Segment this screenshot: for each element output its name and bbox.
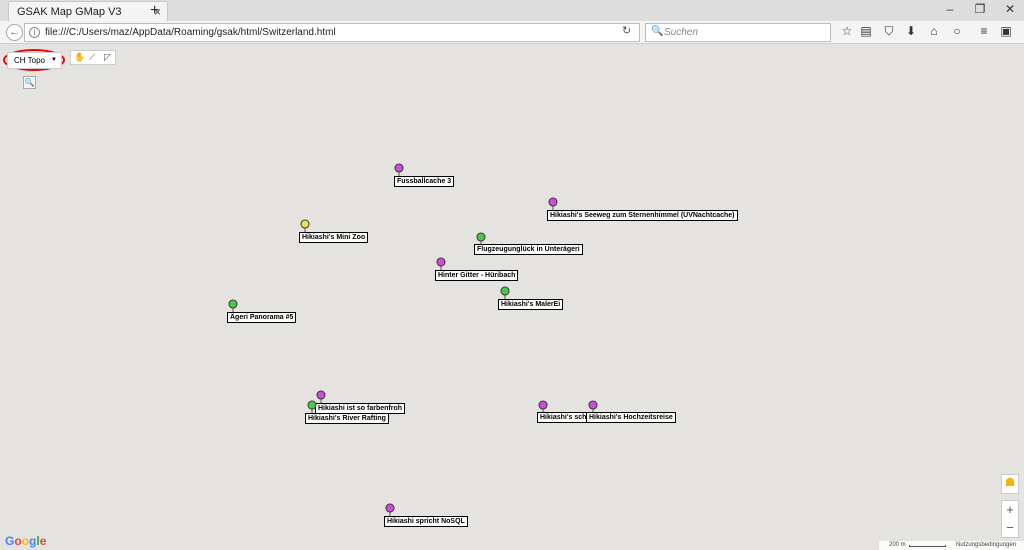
- search-placeholder: Suchen: [664, 27, 698, 38]
- marker-label[interactable]: Hikiashi's River Rafting: [305, 413, 389, 424]
- url-text: file:///C:/Users/maz/AppData/Roaming/gsa…: [45, 27, 336, 38]
- extension-icon[interactable]: ▣: [997, 24, 1015, 38]
- home-icon[interactable]: ⌂: [925, 24, 943, 38]
- zoom-out-button[interactable]: −: [1002, 519, 1018, 537]
- map-type-label: CH Topo: [14, 56, 45, 65]
- url-bar[interactable]: i file:///C:/Users/maz/AppData/Roaming/g…: [24, 23, 640, 42]
- marker-label[interactable]: Flugzeugunglück in Unterägeri: [474, 244, 583, 255]
- marker-label[interactable]: Hikiashi's Hochzeitsreise: [586, 412, 676, 423]
- info-icon[interactable]: i: [29, 27, 40, 38]
- marker-label[interactable]: Hikiashi's Seeweg zum Sternenhimmel (UVN…: [547, 210, 738, 221]
- close-window-button[interactable]: ✕: [995, 2, 1024, 16]
- zoom-search-icon[interactable]: 🔍: [23, 76, 36, 89]
- pocket-icon[interactable]: ⛉: [880, 24, 898, 39]
- back-arrow-icon[interactable]: ←: [6, 24, 23, 41]
- search-icon: 🔍: [651, 26, 664, 37]
- marker-label[interactable]: Hikiashi's Mini Zoo: [299, 232, 369, 243]
- line-icon[interactable]: ⟋: [89, 52, 95, 63]
- reload-icon[interactable]: ↻: [622, 24, 631, 37]
- google-logo: Google: [5, 534, 47, 548]
- restore-button[interactable]: ❐: [965, 2, 995, 16]
- map-canvas[interactable]: CH Topo ▼ ✋ ⟋ ◸ 🔍 Fussballcache 3 Hikiash…: [0, 44, 1024, 550]
- browser-tab[interactable]: GSAK Map GMap V3 ×: [8, 1, 168, 21]
- marker-label[interactable]: Hikiashi spricht NoSQL: [384, 516, 468, 527]
- marker-label[interactable]: Fussballcache 3: [394, 176, 455, 187]
- download-icon[interactable]: ⬇: [902, 24, 920, 38]
- new-tab-button[interactable]: +: [150, 2, 159, 20]
- tab-title: GSAK Map GMap V3: [17, 6, 122, 18]
- chevron-down-icon: ▼: [51, 57, 57, 63]
- drawing-toolbar: ✋ ⟋ ◸: [70, 50, 116, 65]
- terms-link[interactable]: Nutzungsbedingungen: [956, 542, 1016, 548]
- zoom-control: + −: [1001, 500, 1019, 538]
- reading-list-icon[interactable]: ▤: [857, 24, 875, 38]
- chat-icon[interactable]: ○: [948, 24, 966, 38]
- polygon-icon[interactable]: ◸: [104, 52, 111, 63]
- title-bar: GSAK Map GMap V3 × + – ❐ ✕: [0, 0, 1024, 21]
- scale-label: 200 m: [889, 542, 906, 548]
- marker-label[interactable]: Hinter Gitter - Hüribach: [435, 270, 519, 281]
- map-type-select[interactable]: CH Topo ▼: [7, 52, 62, 69]
- minimize-button[interactable]: –: [935, 2, 965, 16]
- bookmark-star-icon[interactable]: ☆: [838, 24, 856, 38]
- scale-bar: [909, 545, 946, 547]
- marker-label[interactable]: Ägeri Panorama #5: [227, 312, 297, 323]
- hand-icon[interactable]: ✋: [74, 52, 85, 63]
- marker-label[interactable]: Hikiashi's MalerEi: [498, 299, 564, 310]
- map-attribution: 200 m Nutzungsbedingungen: [879, 541, 1024, 550]
- zoom-in-button[interactable]: +: [1002, 501, 1018, 519]
- menu-icon[interactable]: ≡: [975, 24, 993, 38]
- street-view-pegman-icon[interactable]: ☗: [1001, 474, 1019, 494]
- search-input[interactable]: 🔍 Suchen: [645, 23, 831, 42]
